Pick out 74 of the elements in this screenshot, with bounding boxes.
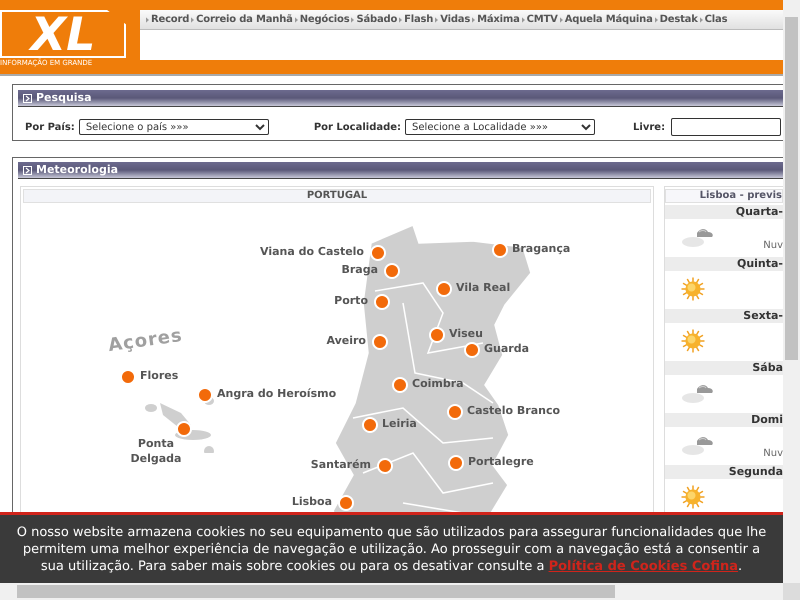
arrow-icon <box>435 16 438 22</box>
city-label: Coimbra <box>412 376 464 392</box>
city-label: Lisboa <box>292 494 332 510</box>
cloud-icon <box>681 382 715 404</box>
sun-icon <box>681 329 705 353</box>
sun-icon <box>681 485 705 509</box>
azores-label: Açores <box>106 324 184 358</box>
nav-link[interactable]: Aquela Máquina <box>564 12 653 27</box>
city-label: Viana do Castelo <box>260 244 364 260</box>
city-label: Viseu <box>449 326 483 342</box>
nav-link[interactable]: Destak <box>660 12 698 27</box>
free-search-field[interactable] <box>671 118 782 136</box>
day-header: Domi <box>665 413 783 427</box>
chevron-icon <box>23 94 32 102</box>
city-label: Santarém <box>310 457 371 473</box>
nav-link[interactable]: Clas <box>704 12 728 27</box>
sun-icon <box>681 277 705 301</box>
weather-description: Nuv <box>763 239 783 253</box>
cloud-icon <box>681 434 715 456</box>
cookie-text: O nosso website armazena cookies no seu equipamento que são utilizados para assegurar funcionalidades que lhe permitem uma melhor experiência de navegação e utilização. Ao prosseguir com a navegação está a consentir a sua utilização. Para saber mais sobre cookies ou para os desativar consulte a Política de Cookies Cofina. <box>16 524 768 574</box>
city-label: Guarda <box>484 341 530 357</box>
nav-link[interactable]: Sábado <box>356 12 398 27</box>
day-header: Sexta- <box>665 309 783 323</box>
day-header: Sába <box>665 361 783 375</box>
city-label: Castelo Branco <box>467 403 560 419</box>
nav-link[interactable]: Vidas <box>440 12 470 27</box>
country-label: Por País: <box>25 120 75 134</box>
nav-link[interactable]: Máxima <box>477 12 520 27</box>
nav-link[interactable]: Record <box>151 12 190 27</box>
cloud-icon <box>681 226 715 248</box>
arrow-icon <box>146 16 149 22</box>
arrow-icon <box>560 16 563 22</box>
chevron-icon <box>23 166 32 174</box>
arrow-icon <box>654 16 658 22</box>
free-label: Livre: <box>633 120 666 134</box>
forecast-title: Lisboa - previs <box>665 189 783 203</box>
scrollbar-thumb[interactable] <box>785 17 798 360</box>
scrollbar-thumb[interactable] <box>17 585 615 598</box>
vertical-scrollbar[interactable] <box>783 0 800 583</box>
nav-link[interactable]: Correio da Manhã <box>196 12 293 27</box>
city-marker[interactable] <box>197 387 213 403</box>
arrow-icon <box>351 16 354 22</box>
day-header: Segunda <box>665 465 783 479</box>
city-label: Aveiro <box>326 333 366 349</box>
city-label: Leiria <box>382 416 417 432</box>
city-label: Flores <box>140 368 178 384</box>
city-label: Ponta Delgada <box>130 436 182 466</box>
arrow-icon <box>191 16 194 22</box>
nav-link[interactable]: Flash <box>404 12 434 27</box>
day-header: Quinta- <box>665 257 783 271</box>
day-header: Quarta- <box>665 205 783 219</box>
weather-description: Nuv <box>763 447 783 461</box>
city-label: Braga <box>341 262 378 278</box>
nav-link[interactable]: Negócios <box>300 12 350 27</box>
horizontal-scrollbar[interactable] <box>0 583 783 600</box>
country-select[interactable]: Selecione o país »»» <box>78 119 269 135</box>
arrow-icon <box>700 16 703 22</box>
city-marker[interactable] <box>120 369 136 385</box>
map-title: PORTUGAL <box>23 189 651 203</box>
arrow-icon <box>472 16 476 22</box>
locality-label: Por Localidade: <box>314 120 402 134</box>
city-label: Bragança <box>512 241 570 257</box>
arrow-icon <box>522 16 525 22</box>
panel-title: Meteorologia <box>36 162 118 178</box>
locality-select[interactable]: Selecione a Localidade »»» <box>405 119 596 135</box>
panel-title: Pesquisa <box>36 90 92 106</box>
arrow-icon <box>399 16 402 22</box>
city-label: Vila Real <box>456 280 510 296</box>
nav-link[interactable]: CMTV <box>526 12 558 27</box>
city-label: Portalegre <box>468 454 534 470</box>
city-label: Angra do Heroísmo <box>217 386 336 402</box>
scrollbar-corner <box>783 583 800 600</box>
city-label: Porto <box>334 293 368 309</box>
arrow-icon <box>294 16 298 22</box>
